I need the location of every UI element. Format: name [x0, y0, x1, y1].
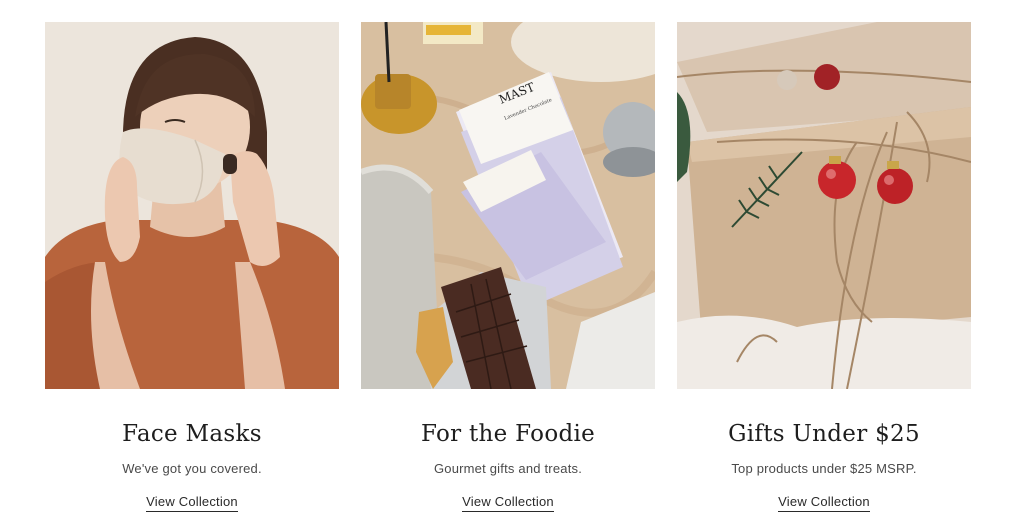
- collection-card-gifts-under-25[interactable]: Gifts Under $25 Top products under $25 M…: [677, 22, 971, 522]
- view-collection-link[interactable]: View Collection: [146, 494, 238, 512]
- gift-photo: [677, 22, 971, 389]
- collection-image-face-masks[interactable]: [45, 22, 339, 389]
- face-mask-photo: [45, 22, 339, 389]
- collection-title[interactable]: Gifts Under $25: [728, 421, 920, 449]
- collection-title[interactable]: For the Foodie: [421, 421, 595, 449]
- collection-subtitle: We've got you covered.: [122, 460, 262, 476]
- collection-card-foodie[interactable]: MAST Lavender Chocolate For the Foodie G…: [361, 22, 655, 522]
- view-collection-link[interactable]: View Collection: [462, 494, 554, 512]
- collection-card-face-masks[interactable]: Face Masks We've got you covered. View C…: [45, 22, 339, 522]
- collection-image-foodie[interactable]: MAST Lavender Chocolate: [361, 22, 655, 389]
- view-collection-link[interactable]: View Collection: [778, 494, 870, 512]
- collection-grid: Face Masks We've got you covered. View C…: [45, 22, 971, 522]
- collection-image-gifts[interactable]: [677, 22, 971, 389]
- chocolate-photo: MAST Lavender Chocolate: [361, 22, 655, 389]
- collection-title[interactable]: Face Masks: [122, 421, 262, 449]
- collection-subtitle: Gourmet gifts and treats.: [433, 460, 583, 476]
- collection-subtitle: Top products under $25 MSRP.: [731, 460, 917, 476]
